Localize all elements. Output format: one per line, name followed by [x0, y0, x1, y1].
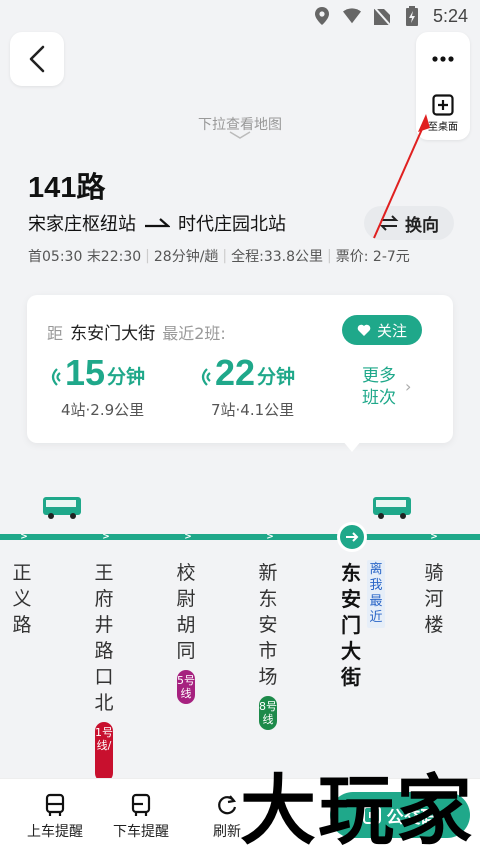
metro-line-badge: 1号线/	[95, 722, 113, 782]
bus-front-icon	[45, 793, 65, 816]
route-direction: 宋家庄枢纽站 时代庄园北站	[28, 210, 286, 236]
battery-icon	[403, 6, 421, 26]
route-suffix: 路	[76, 170, 106, 204]
nearest-label: 最近2班:	[162, 324, 226, 343]
stop-name[interactable]: 正义路	[10, 560, 34, 638]
heart-icon	[357, 324, 371, 336]
route-destination: 时代庄园北站	[178, 214, 286, 235]
location-icon	[313, 7, 331, 25]
stop-name[interactable]: 校尉胡同	[174, 560, 198, 664]
direction-arrow-icon	[145, 218, 170, 228]
last-bus-time: 末22:30	[86, 249, 142, 265]
chevron-left-icon	[29, 45, 45, 73]
eta-unit: 分钟	[257, 366, 296, 388]
route-number: 141	[28, 172, 77, 204]
route-track	[0, 534, 480, 540]
more-button[interactable]	[416, 32, 470, 86]
first-bus-time: 首05:30	[28, 249, 83, 265]
eta-bus-2[interactable]: 22 分钟	[197, 353, 295, 393]
metro-line-badge: 8号线	[259, 696, 277, 730]
follow-button[interactable]: 关注	[342, 315, 422, 345]
eta-detail: 4站·2.9公里	[61, 401, 145, 419]
current-stop-marker	[337, 522, 367, 552]
route-title: 141路	[28, 164, 105, 206]
more-dots-icon	[432, 56, 454, 62]
route-meta: 首05:30 末22:30 | 28分钟/趟 | 全程:33.8公里 | 票价:…	[28, 248, 410, 265]
route-origin: 宋家庄枢纽站	[28, 214, 136, 235]
arrival-card: 距 东安门大街 最近2班: 关注 15 分钟 4站·2.9公里 22 分钟 7站…	[27, 295, 453, 443]
distance-prefix: 距	[47, 324, 64, 343]
arrow-right-icon	[346, 532, 359, 542]
alight-reminder-label: 下车提醒	[113, 824, 169, 840]
stop-name[interactable]: 新东安市场	[256, 560, 280, 690]
follow-label: 关注	[376, 321, 407, 340]
board-reminder-label: 上车提醒	[27, 824, 83, 840]
realtime-signal-icon	[201, 368, 211, 386]
refresh-icon	[218, 795, 237, 815]
status-time: 5:24	[432, 5, 468, 26]
eta-minutes: 15	[65, 352, 106, 393]
route-length: 全程:33.8公里	[231, 249, 324, 265]
track-chevron-icon: >	[184, 532, 192, 542]
eta-unit: 分钟	[107, 366, 146, 388]
no-sim-icon	[373, 7, 391, 25]
eta-minutes: 22	[215, 352, 256, 393]
stop-name-current[interactable]: 东安门大街	[339, 560, 363, 690]
refresh-label: 刷新	[213, 824, 241, 840]
eta-bus-1[interactable]: 15 分钟	[47, 353, 145, 393]
bus-icon[interactable]	[372, 496, 412, 520]
annotation-arrow-icon	[373, 114, 430, 239]
wifi-icon	[342, 7, 361, 25]
stop-name[interactable]: 骑河楼	[422, 560, 446, 638]
metro-line-badge: 5号线	[177, 670, 195, 704]
target-station: 东安门大街	[70, 324, 156, 344]
chevron-right-icon: ›	[405, 377, 412, 396]
nearest-to-me-tag: 离我最近	[367, 560, 385, 628]
track-chevron-icon: >	[20, 532, 28, 542]
arrival-header: 距 东安门大街 最近2班:	[47, 319, 226, 344]
track-chevron-icon: >	[430, 532, 438, 542]
realtime-signal-icon	[51, 368, 61, 386]
bus-interval: 28分钟/趟	[153, 249, 219, 265]
watermark-text: 大玩家	[240, 766, 474, 853]
more-buses-label-1: 更多	[362, 366, 396, 386]
alight-reminder-button[interactable]: 下车提醒	[106, 793, 176, 841]
more-buses-label-2: 班次	[362, 388, 396, 408]
stop-name[interactable]: 王府井路口北	[92, 560, 116, 716]
bus-icon[interactable]	[42, 496, 82, 520]
board-reminder-button[interactable]: 上车提醒	[20, 793, 90, 841]
track-chevron-icon: >	[266, 532, 274, 542]
back-button[interactable]	[10, 32, 64, 86]
chevron-down-icon	[229, 131, 251, 139]
bus-alight-icon	[131, 793, 151, 816]
track-chevron-icon: >	[102, 532, 110, 542]
card-pointer	[342, 440, 362, 452]
eta-detail: 7站·4.1公里	[211, 401, 295, 419]
status-bar: 5:24	[0, 0, 480, 32]
more-buses-link[interactable]: 更多 班次	[362, 365, 396, 409]
